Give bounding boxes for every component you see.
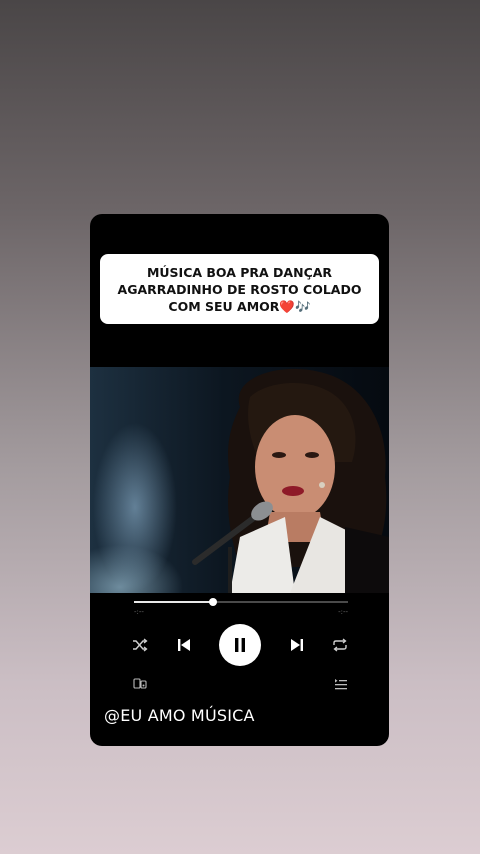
progress-knob[interactable] bbox=[209, 598, 218, 606]
music-notes-emoji: 🎶 bbox=[295, 298, 311, 314]
repeat-button[interactable] bbox=[331, 637, 349, 653]
caption-box: MÚSICA BOA PRA DANÇAR AGARRADINHO DE ROS… bbox=[100, 254, 379, 324]
progress-bar[interactable] bbox=[134, 598, 348, 606]
heart-emoji: ❤️ bbox=[279, 298, 295, 314]
video-still-illustration bbox=[192, 368, 389, 593]
play-pause-button[interactable] bbox=[219, 624, 261, 666]
connect-device-button[interactable] bbox=[132, 677, 148, 691]
caption-line-3-text: COM SEU AMOR bbox=[168, 298, 280, 314]
shuffle-icon bbox=[133, 638, 148, 652]
channel-handle: @EU AMO MÚSICA bbox=[104, 706, 255, 725]
queue-icon bbox=[335, 679, 347, 690]
skip-next-icon bbox=[291, 639, 303, 651]
skip-previous-icon bbox=[178, 639, 190, 651]
caption-line-1: MÚSICA BOA PRA DANÇAR bbox=[146, 264, 333, 280]
music-player-card: MÚSICA BOA PRA DANÇAR AGARRADINHO DE ROS… bbox=[90, 214, 389, 746]
next-button[interactable] bbox=[288, 636, 306, 654]
connect-device-icon bbox=[133, 678, 147, 689]
time-remaining: -:-- bbox=[338, 608, 348, 616]
caption-text: MÚSICA BOA PRA DANÇAR AGARRADINHO DE ROS… bbox=[110, 264, 370, 315]
caption-line-3: COM SEU AMOR❤️🎶 bbox=[118, 298, 362, 315]
queue-button[interactable] bbox=[333, 677, 349, 691]
caption-line-2: AGARRADINHO DE ROSTO COLADO bbox=[117, 281, 362, 297]
shuffle-button[interactable] bbox=[131, 637, 149, 653]
progress-fill bbox=[134, 601, 214, 603]
repeat-icon bbox=[333, 638, 347, 652]
time-elapsed: -:-- bbox=[134, 608, 144, 616]
previous-button[interactable] bbox=[175, 636, 193, 654]
pause-icon bbox=[235, 638, 245, 652]
video-frame[interactable] bbox=[90, 367, 389, 593]
